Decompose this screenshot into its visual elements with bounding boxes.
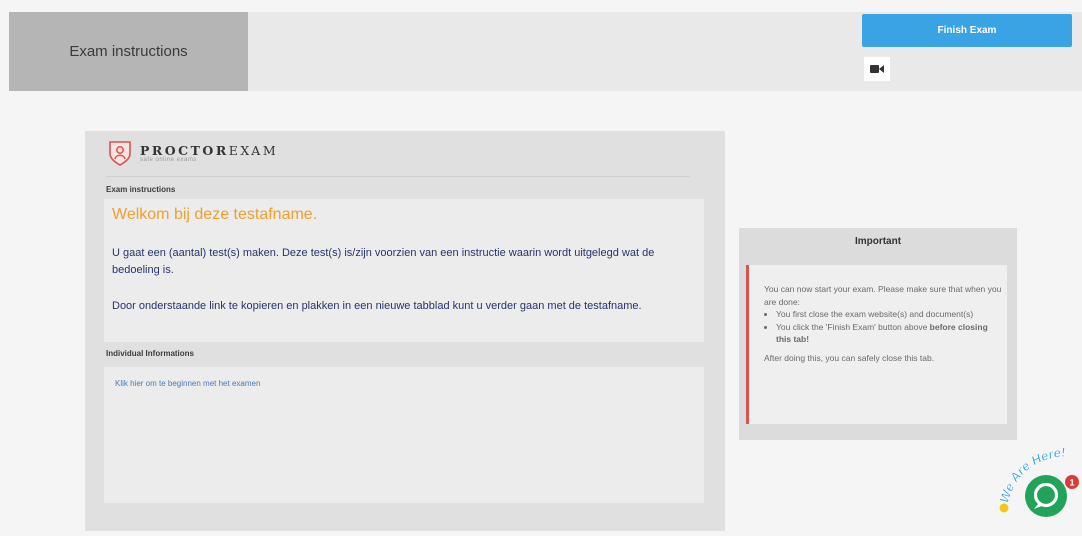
tab-exam-instructions[interactable]: Exam instructions [9, 12, 248, 91]
divider [106, 176, 690, 177]
exam-instructions-heading: Exam instructions [106, 185, 176, 194]
important-outro: After doing this, you can safely close t… [764, 352, 935, 363]
important-intro: You can now start your exam. Please make… [764, 284, 1002, 307]
chat-widget[interactable]: We Are Here! 1 [996, 442, 1082, 531]
important-bullet-2: You click the 'Finish Exam' button above… [776, 321, 1002, 346]
svg-text:1: 1 [1069, 478, 1074, 488]
instruction-paragraph-2: Door onderstaande link te kopieren en pl… [112, 300, 642, 312]
logo-name: PROCTOREXAM [140, 143, 279, 158]
thumbs-up-icon [999, 503, 1009, 513]
important-list: You first close the exam website(s) and … [764, 308, 1002, 346]
shield-logo-icon [109, 141, 131, 166]
individual-informations-heading: Individual Informations [106, 349, 195, 358]
welcome-heading: Welkom bij deze testafname. [112, 206, 318, 223]
chat-bubble-icon[interactable] [1025, 475, 1067, 517]
important-text: You can now start your exam. Please make… [764, 283, 1002, 364]
instruction-paragraph-1: U gaat een (aantal) test(s) maken. Deze … [112, 247, 655, 276]
finish-exam-button[interactable]: Finish Exam [862, 14, 1072, 47]
logo-tagline: safe online exams [140, 157, 197, 163]
important-bullet-1: You first close the exam website(s) and … [776, 308, 1002, 321]
video-camera-icon[interactable] [864, 57, 890, 81]
notification-badge: 1 [1065, 475, 1079, 489]
important-title: Important [854, 236, 902, 247]
proctorexam-logo: PROCTOREXAM safe online exams [108, 139, 278, 167]
start-exam-link[interactable]: Klik hier om te beginnen met het examen [115, 379, 260, 388]
finish-exam-label: Finish Exam [937, 25, 997, 36]
tab-label: Exam instructions [69, 43, 188, 60]
